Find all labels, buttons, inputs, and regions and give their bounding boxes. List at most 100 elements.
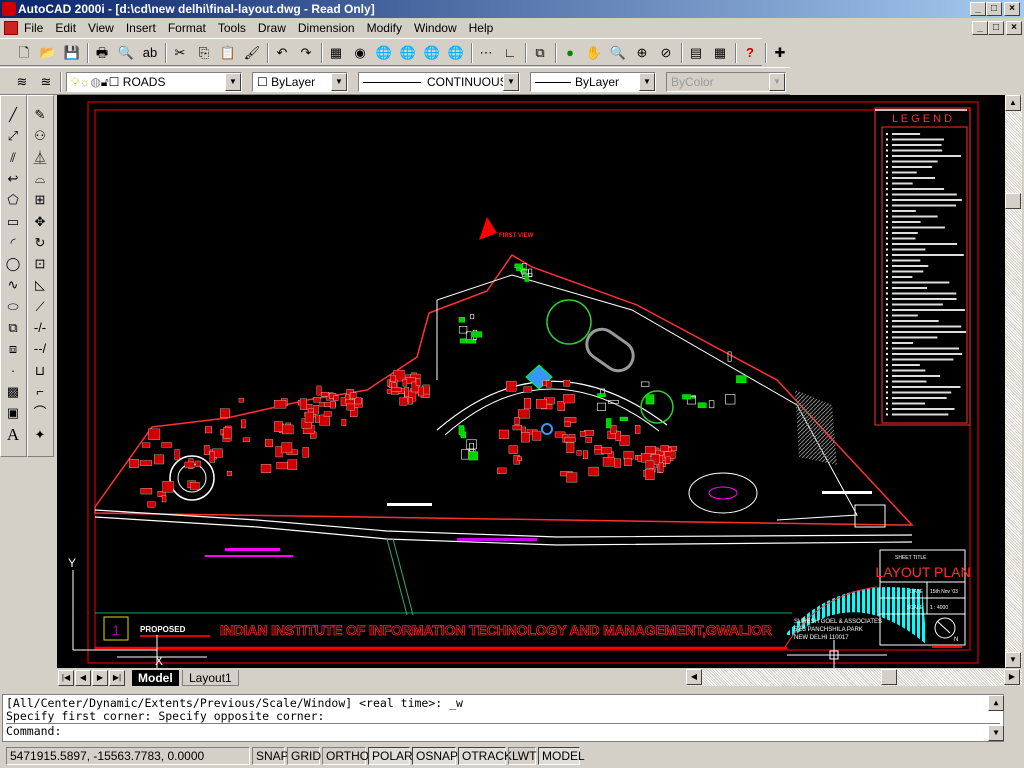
doc-minimize-button[interactable]: _ [972,21,988,35]
rectangle-icon[interactable]: ▭ [2,211,24,232]
horizontal-scrollbar[interactable]: ◀ ▶ [686,669,1022,686]
multiline-text-icon[interactable]: A [2,424,24,445]
hscroll-thumb[interactable] [881,669,897,685]
status-toggle-otrack[interactable]: OTRACK [458,747,512,765]
make-block-icon[interactable]: ⧈ [2,338,24,359]
menu-modify[interactable]: Modify [361,18,408,38]
doc-close-button[interactable]: × [1006,21,1022,35]
match-properties-icon[interactable]: 🖌 [242,43,262,63]
zoom-previous-icon[interactable]: ⊘ [656,43,676,63]
print-preview-icon[interactable]: 🔍 [116,43,136,63]
meet-now-icon[interactable]: 🌐 [374,43,394,63]
scroll-thumb[interactable] [1005,193,1021,209]
insert-block-icon[interactable]: ⧉ [2,317,24,338]
hyperlink-icon[interactable]: 🌐 [446,43,466,63]
scroll-down-button[interactable]: ▼ [1005,652,1021,668]
chevron-down-icon[interactable]: ▼ [331,73,347,91]
design-center-icon[interactable]: ▦ [710,43,730,63]
erase-icon[interactable]: ✎ [29,104,51,125]
chamfer-icon[interactable]: ⌐ [29,381,51,402]
save-icon[interactable]: 💾 [62,43,82,63]
tab-model[interactable]: Model [132,670,179,686]
multiline-icon[interactable]: ⫽ [2,147,24,168]
line-icon[interactable]: ╱ [2,104,24,125]
minimize-button[interactable]: _ [970,2,986,16]
drawing-canvas[interactable]: FIRST VIEW L E G E N D SHEET TITLE LAYOU… [57,95,1005,668]
tab-layout1[interactable]: Layout1 [182,670,239,686]
move-icon[interactable]: ✥ [29,211,51,232]
menu-view[interactable]: View [82,18,120,38]
point-icon[interactable]: · [2,360,24,381]
menu-dimension[interactable]: Dimension [292,18,361,38]
3d-orbit-icon[interactable]: ● [560,43,580,63]
print-icon[interactable]: 🖶 [92,43,112,63]
copy-icon[interactable]: ⎘ [194,43,214,63]
lineweight-dropdown[interactable]: ByLayer ▼ [530,72,656,92]
scroll-right-button[interactable]: ▶ [1004,669,1020,685]
zoom-realtime-icon[interactable]: 🔍 [608,43,628,63]
chevron-down-icon[interactable]: ▼ [639,73,655,91]
color-dropdown[interactable]: ☐ ByLayer ▼ [252,72,348,92]
menu-help[interactable]: Help [463,18,500,38]
zoom-window-icon[interactable]: ⊕ [632,43,652,63]
linetype-dropdown[interactable]: CONTINUOUS ▼ [358,72,520,92]
stretch-icon[interactable]: ◺ [29,274,51,295]
polygon-icon[interactable]: ⬠ [2,189,24,210]
document-icon[interactable] [4,21,18,35]
redo-icon[interactable]: ↷ [296,43,316,63]
trim-icon[interactable]: -/- [29,317,51,338]
construction-line-icon[interactable]: ⤢ [2,125,24,146]
coordinates-readout[interactable]: 5471915.5897, -15563.7783, 0.0000 [6,747,250,765]
chevron-down-icon[interactable]: ▼ [503,73,519,91]
maximize-button[interactable]: □ [986,2,1002,16]
ucs-icon[interactable]: ∟ [500,43,520,63]
make-object-layer-current-icon[interactable]: ≊ [36,72,56,92]
status-toggle-polar[interactable]: POLAR [368,747,413,765]
command-prompt[interactable]: Command: [6,724,1000,738]
prev-tab-button[interactable]: ◀ [75,670,91,686]
tracking-icon[interactable]: ⋯ [476,43,496,63]
properties-icon[interactable]: ▤ [686,43,706,63]
mirror-icon[interactable]: ⏅ [29,147,51,168]
first-tab-button[interactable]: |◀ [58,670,74,686]
today-icon[interactable]: ▦ [326,43,346,63]
menu-draw[interactable]: Draw [252,18,292,38]
offset-icon[interactable]: ⌓ [29,168,51,189]
scroll-up-button[interactable]: ▲ [1005,95,1021,111]
break-icon[interactable]: ⊔ [29,360,51,381]
menu-format[interactable]: Format [162,18,212,38]
last-tab-button[interactable]: ▶| [109,670,125,686]
help-icon[interactable]: ? [740,43,760,63]
status-toggle-osnap[interactable]: OSNAP [412,747,458,765]
undo-icon[interactable]: ↶ [272,43,292,63]
menu-tools[interactable]: Tools [212,18,252,38]
region-icon[interactable]: ▣ [2,402,24,423]
pan-icon[interactable]: ✋ [584,43,604,63]
publish-to-web-icon[interactable]: 🌐 [398,43,418,63]
menu-insert[interactable]: Insert [120,18,162,38]
status-toggle-lwt[interactable]: LWT [508,747,536,765]
layer-dropdown[interactable]: 💡︎☼◍🔓︎☐ ROADS ▼ [66,72,242,92]
explode-icon[interactable]: ✦ [29,424,51,445]
autocad-today-icon[interactable]: ◉ [350,43,370,63]
scroll-left-button[interactable]: ◀ [686,669,702,685]
ellipse-icon[interactable]: ⬭ [2,296,24,317]
status-toggle-snap[interactable]: SNAP [252,747,289,765]
spline-icon[interactable]: ∿ [2,274,24,295]
next-tab-button[interactable]: ▶ [92,670,108,686]
snap-icon[interactable]: ✚ [770,43,790,63]
doc-restore-button[interactable]: □ [988,21,1004,35]
hatch-icon[interactable]: ▩ [2,381,24,402]
chevron-down-icon[interactable]: ▼ [225,73,241,91]
close-button[interactable]: × [1004,2,1020,16]
fillet-icon[interactable]: ⌒ [29,402,51,423]
status-toggle-grid[interactable]: GRID [287,747,321,765]
status-toggle-model[interactable]: MODEL [538,747,585,765]
polyline-icon[interactable]: ↩ [2,168,24,189]
menu-file[interactable]: File [18,18,49,38]
arc-icon[interactable]: ◜ [2,232,24,253]
named-views-icon[interactable]: ⧉ [530,43,550,63]
copy-icon[interactable]: ⚇ [29,125,51,146]
rotate-icon[interactable]: ↻ [29,232,51,253]
menu-edit[interactable]: Edit [49,18,82,38]
